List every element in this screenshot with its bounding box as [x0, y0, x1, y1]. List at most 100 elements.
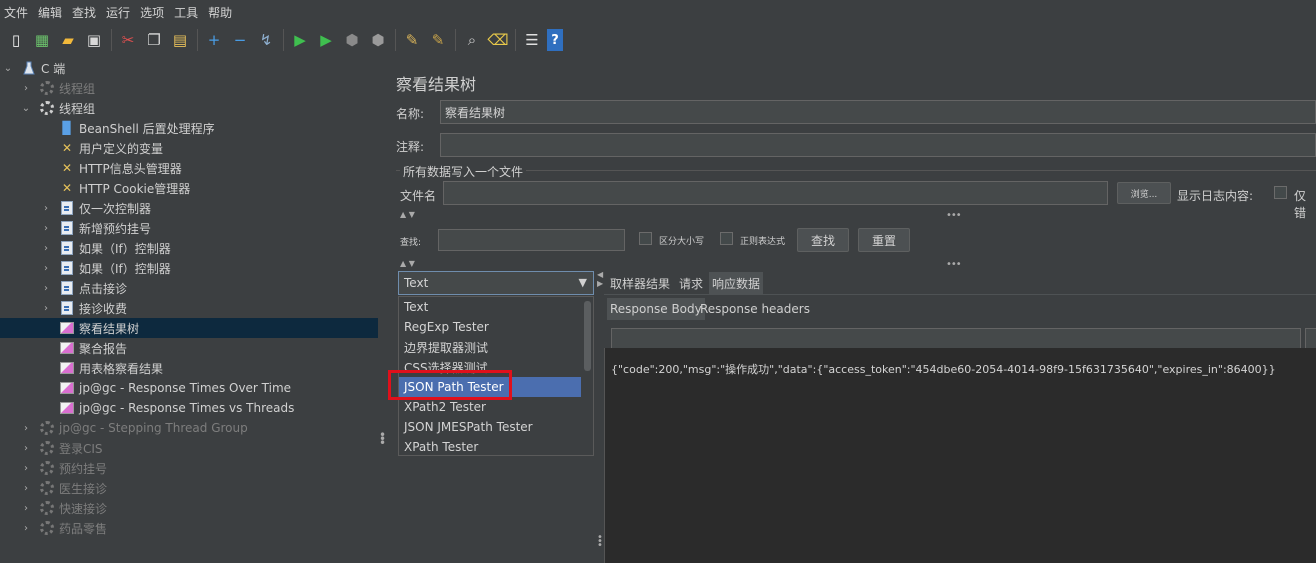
tree-item[interactable]: ✕ 用户定义的变量	[0, 138, 378, 158]
search-icon[interactable]: ⌕	[461, 29, 483, 51]
tree-item[interactable]: ✕ HTTP信息头管理器	[0, 158, 378, 178]
chevron-right-icon[interactable]: ›	[20, 523, 32, 534]
tree-item[interactable]: › 药品零售	[0, 518, 378, 538]
paste-icon[interactable]: ▤	[169, 29, 191, 51]
tree-item[interactable]: › 登录CIS	[0, 438, 378, 458]
comment-input[interactable]	[440, 133, 1316, 157]
clear-all-icon[interactable]: ✎	[427, 29, 449, 51]
divider-dots-icon-2[interactable]: •••	[946, 259, 962, 270]
dropdown-scrollbar[interactable]	[581, 297, 593, 455]
caret-down-icon[interactable]: ▼	[579, 276, 587, 289]
result-tab[interactable]: 响应数据	[709, 272, 764, 294]
expand-icon[interactable]: +	[203, 29, 225, 51]
templates-icon[interactable]: ▦	[31, 29, 53, 51]
name-input[interactable]: 察看结果树	[440, 100, 1316, 124]
open-icon[interactable]: ▰	[57, 29, 79, 51]
tree-item[interactable]: jp@gc - Response Times Over Time	[0, 378, 378, 398]
tree-item[interactable]: 察看结果树	[0, 318, 378, 338]
split-pane-divider[interactable]: • • •	[378, 58, 386, 563]
tree-item[interactable]: › 点击接诊	[0, 278, 378, 298]
menu-item-4[interactable]: 选项	[136, 4, 170, 21]
menu-item-6[interactable]: 帮助	[204, 4, 238, 21]
file-name-input[interactable]	[443, 181, 1108, 205]
chevron-right-icon[interactable]: ›	[40, 263, 52, 274]
stop-icon[interactable]: ⬢	[341, 29, 363, 51]
chevron-right-icon[interactable]: ›	[40, 203, 52, 214]
tree-item[interactable]: › 仅一次控制器	[0, 198, 378, 218]
response-search-button[interactable]	[1305, 328, 1316, 350]
chevron-right-icon[interactable]: ›	[20, 423, 32, 434]
renderer-select[interactable]: Text ▼	[398, 271, 594, 295]
menu-item-5[interactable]: 工具	[170, 4, 204, 21]
chevron-down-icon[interactable]: ⌄	[2, 63, 14, 74]
tree-item[interactable]: › jp@gc - Stepping Thread Group	[0, 418, 378, 438]
tree-item[interactable]: › 快速接诊	[0, 498, 378, 518]
clear-icon[interactable]: ✎	[401, 29, 423, 51]
split-arrows-icon[interactable]: ◀ ▶	[597, 270, 603, 288]
collapse-arrows-icon-2[interactable]: ▲ ▼	[400, 259, 415, 268]
chevron-right-icon[interactable]: ›	[20, 443, 32, 454]
chevron-right-icon[interactable]: ›	[20, 463, 32, 474]
tree-item[interactable]: › 接诊收费	[0, 298, 378, 318]
divider-dots-icon[interactable]: •••	[946, 210, 962, 221]
renderer-option[interactable]: XPath2 Tester	[399, 397, 581, 417]
help-icon[interactable]: ?	[547, 29, 563, 51]
chevron-right-icon[interactable]: ›	[20, 83, 32, 94]
start-icon[interactable]: ▶	[289, 29, 311, 51]
new-icon[interactable]: ▯	[5, 29, 27, 51]
tree-item[interactable]: ⌄ 线程组	[0, 98, 378, 118]
chevron-right-icon[interactable]: ›	[40, 223, 52, 234]
renderer-option[interactable]: 边界提取器测试	[399, 337, 581, 357]
tree-item[interactable]: ▉ BeanShell 后置处理程序	[0, 118, 378, 138]
regex-checkbox[interactable]	[720, 232, 733, 245]
response-body-area[interactable]: {"code":200,"msg":"操作成功","data":{"access…	[604, 348, 1316, 563]
copy-icon[interactable]: ❐	[143, 29, 165, 51]
renderer-option[interactable]: JSON JMESPath Tester	[399, 417, 581, 437]
tree-item[interactable]: › 新增预约挂号	[0, 218, 378, 238]
chevron-right-icon[interactable]: ›	[40, 283, 52, 294]
tree-item[interactable]: › 如果（If）控制器	[0, 258, 378, 278]
collapse-arrows-icon[interactable]: ▲ ▼	[400, 210, 415, 219]
collapse-icon[interactable]: −	[229, 29, 251, 51]
case-sensitive-checkbox[interactable]	[639, 232, 652, 245]
results-split-divider[interactable]: ◀ ▶ • • •	[596, 268, 604, 563]
shutdown-icon[interactable]: ⬢	[367, 29, 389, 51]
result-tab[interactable]: 取样器结果	[607, 272, 673, 294]
response-tab[interactable]: Response Body	[607, 298, 705, 320]
menu-item-3[interactable]: 运行	[102, 4, 136, 21]
renderer-option[interactable]: XPath Tester	[399, 437, 581, 457]
browse-button[interactable]: 浏览...	[1117, 182, 1171, 204]
tree-item[interactable]: › 预约挂号	[0, 458, 378, 478]
tree-item[interactable]: ✕ HTTP Cookie管理器	[0, 178, 378, 198]
tree-item[interactable]: jp@gc - Response Times vs Threads	[0, 398, 378, 418]
errors-only-checkbox[interactable]	[1274, 186, 1287, 199]
tree-root[interactable]: ⌄ C 端	[0, 58, 378, 78]
chevron-right-icon[interactable]: ›	[20, 483, 32, 494]
chevron-right-icon[interactable]: ›	[40, 243, 52, 254]
chevron-right-icon[interactable]: ›	[20, 503, 32, 514]
menu-item-1[interactable]: 编辑	[34, 4, 68, 21]
cut-icon[interactable]: ✂	[117, 29, 139, 51]
renderer-option[interactable]: Text	[399, 297, 581, 317]
tree-item[interactable]: › 如果（If）控制器	[0, 238, 378, 258]
start-no-pause-icon[interactable]: ▶	[315, 29, 337, 51]
result-tab[interactable]: 请求	[676, 272, 706, 294]
chevron-right-icon[interactable]: ›	[40, 303, 52, 314]
renderer-option[interactable]: RegExp Tester	[399, 317, 581, 337]
tree-item[interactable]: › 线程组	[0, 78, 378, 98]
tree-item[interactable]: 聚合报告	[0, 338, 378, 358]
search-input[interactable]	[438, 229, 625, 251]
menu-item-0[interactable]: 文件	[0, 4, 34, 21]
dropdown-scroll-thumb[interactable]	[584, 301, 591, 371]
toggle-icon[interactable]: ↯	[255, 29, 277, 51]
tree-item[interactable]: 用表格察看结果	[0, 358, 378, 378]
find-button[interactable]: 查找	[797, 228, 849, 252]
menu-item-2[interactable]: 查找	[68, 4, 102, 21]
response-tab[interactable]: Response headers	[697, 298, 813, 320]
chevron-down-icon[interactable]: ⌄	[20, 103, 32, 114]
response-search-input[interactable]	[611, 328, 1301, 350]
function-helper-icon[interactable]: ☰	[521, 29, 543, 51]
reset-search-icon[interactable]: ⌫	[487, 29, 509, 51]
split-grip-icon[interactable]: • • •	[597, 533, 603, 551]
tree-item[interactable]: › 医生接诊	[0, 478, 378, 498]
